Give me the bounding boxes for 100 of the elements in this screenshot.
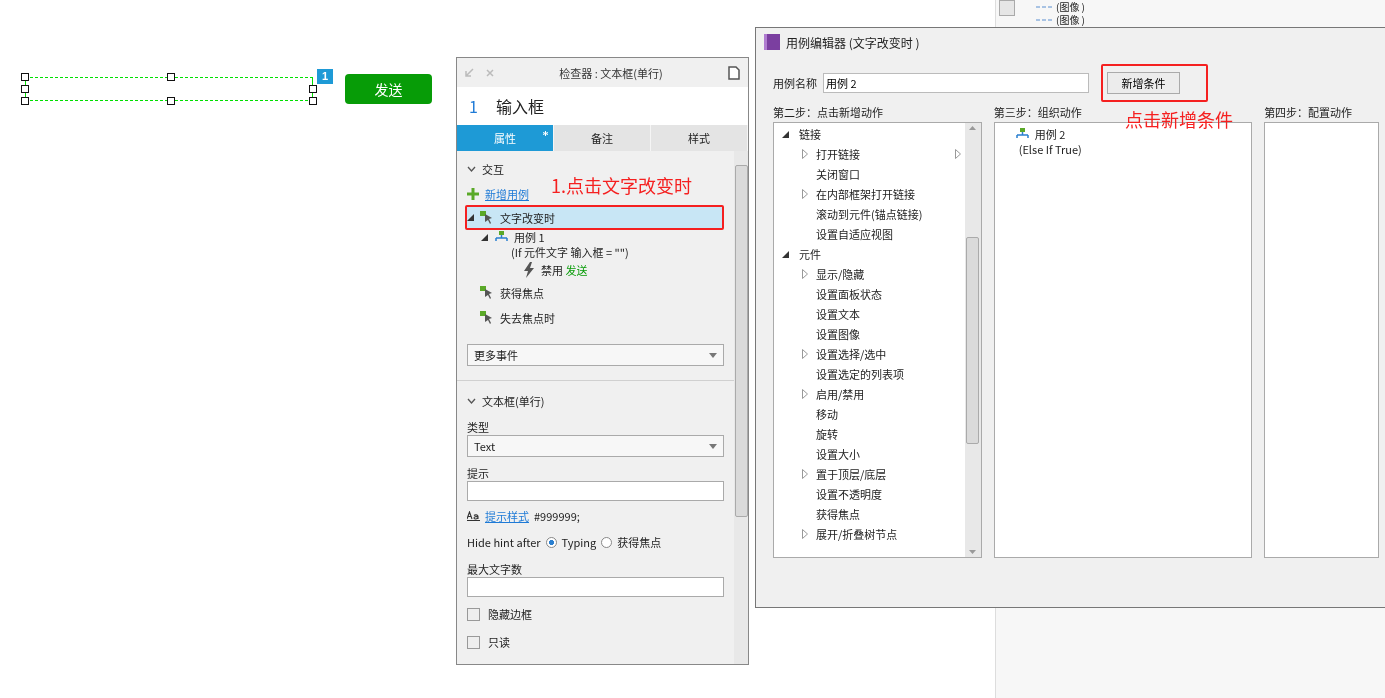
panel-tab[interactable]: 样式 (651, 125, 748, 151)
event-item[interactable]: 失去焦点时 (467, 307, 724, 328)
section-title: 交互 (482, 161, 504, 177)
checkbox[interactable] (467, 635, 480, 649)
hint-color-value: #999999; (534, 508, 580, 524)
page-icon[interactable] (728, 65, 740, 80)
field-label: Hide hint after (467, 534, 541, 550)
action-item[interactable]: 禁用 发送 (523, 260, 588, 280)
layer-item[interactable]: (图像 ) (1056, 13, 1085, 26)
event-item[interactable]: 文字改变时 (467, 207, 722, 228)
layer-item[interactable]: (图像 ) (1056, 0, 1085, 13)
action-group[interactable]: 元件 (774, 244, 965, 264)
add-case-link[interactable]: 新增用例 (485, 186, 529, 202)
hint-style-link[interactable]: 提示样式 (485, 508, 529, 524)
collapsed-triangle-icon[interactable] (802, 389, 808, 399)
case-item[interactable]: 用例 1 (If 元件文字 输入框 = "") (467, 230, 629, 260)
action-list-item[interactable]: 设置选定的列表项 (774, 364, 965, 384)
collapsed-triangle-icon[interactable] (802, 529, 808, 539)
close-icon[interactable] (486, 68, 494, 77)
field-label: 类型 (467, 419, 490, 435)
radio-button[interactable] (601, 536, 613, 548)
annotation-text: 1.点击文字改变时 (551, 172, 692, 198)
checkbox-label: 隐藏边框 (488, 606, 532, 622)
image-icon (1036, 16, 1052, 23)
collapsed-triangle-icon[interactable] (802, 189, 808, 199)
expanded-triangle-icon[interactable] (481, 233, 488, 241)
type-dropdown[interactable]: Text (467, 435, 724, 457)
field-label: 用例名称 (773, 75, 817, 91)
action-list-item[interactable]: 展开/折叠树节点 (774, 524, 965, 544)
lightning-icon (523, 262, 535, 278)
action-list-item[interactable]: 获得焦点 (774, 504, 965, 524)
scrollbar[interactable] (734, 151, 748, 664)
action-list-item[interactable]: 设置图像 (774, 324, 965, 344)
scroll-down-arrow-icon[interactable] (969, 550, 977, 554)
chevron-icon[interactable] (467, 398, 476, 404)
widget-name[interactable]: 输入框 (495, 94, 544, 118)
field-label: 最大文字数 (467, 561, 523, 577)
action-list-item[interactable]: 设置选择/选中 (774, 344, 965, 364)
dropdown-arrow-icon (709, 443, 717, 449)
action-list-item[interactable]: 设置文本 (774, 304, 965, 324)
radio-label: 获得焦点 (617, 534, 662, 550)
cursor-flag-icon (480, 285, 494, 300)
event-item[interactable]: 获得焦点 (467, 282, 724, 303)
collapsed-triangle-icon[interactable] (802, 469, 808, 479)
section-title: 文本框(单行) (482, 393, 545, 409)
font-style-icon (467, 511, 480, 521)
action-list-item[interactable]: 打开链接 (774, 144, 965, 164)
action-list-item[interactable]: 滚动到元件(锚点链接) (774, 204, 965, 224)
expanded-triangle-icon[interactable] (467, 214, 474, 221)
scrollbar[interactable] (964, 123, 981, 557)
scroll-up-arrow-icon[interactable] (969, 126, 977, 130)
radio-label: Typing (561, 534, 597, 550)
field-label: 提示 (467, 465, 490, 481)
action-list-item[interactable]: 设置大小 (774, 444, 965, 464)
action-list-item[interactable]: 移动 (774, 404, 965, 424)
action-list-item[interactable]: 旋转 (774, 424, 965, 444)
cursor-flag-icon (480, 310, 494, 325)
send-button[interactable]: 发送 (345, 74, 432, 104)
action-list-item[interactable]: 设置自适应视图 (774, 224, 965, 244)
action-group[interactable]: 链接 (774, 124, 965, 144)
case-item[interactable]: 用例 2 (Else If True) (1014, 127, 1082, 157)
submenu-arrow-icon (954, 149, 961, 159)
scrollbar[interactable] (999, 0, 1015, 16)
panel-tab[interactable]: 备注 (554, 125, 651, 151)
checkbox-label: 只读 (488, 634, 510, 650)
action-list-item[interactable]: 在内部框架打开链接 (774, 184, 965, 204)
expanded-triangle-icon[interactable] (782, 250, 789, 258)
add-condition-button[interactable]: 新增条件 (1107, 72, 1180, 94)
more-events-dropdown[interactable]: 更多事件 (467, 344, 724, 366)
chevron-icon[interactable] (467, 166, 476, 172)
hint-input-field[interactable] (467, 481, 724, 501)
expanded-triangle-icon[interactable] (782, 130, 789, 138)
case-name-input-field[interactable]: 用例 2 (823, 73, 1089, 93)
branch-icon (494, 231, 508, 243)
collapsed-triangle-icon[interactable] (802, 349, 808, 359)
dock-icon[interactable] (465, 68, 474, 77)
dialog-title: 用例编辑器 (文字改变时 ) (786, 33, 920, 51)
panel-title: 检查器 : 文本框(单行) (558, 64, 664, 81)
collapsed-triangle-icon[interactable] (802, 269, 808, 279)
action-list-item[interactable]: 置于顶层/底层 (774, 464, 965, 484)
branch-icon (1014, 128, 1029, 140)
action-list-item[interactable]: 显示/隐藏 (774, 264, 965, 284)
action-list-item[interactable]: 关闭窗口 (774, 164, 965, 184)
widget-number-badge: 1 (317, 69, 333, 84)
action-list-item[interactable]: 设置面板状态 (774, 284, 965, 304)
resize-handle[interactable] (167, 97, 175, 105)
plus-icon[interactable] (467, 188, 479, 200)
step-label: 第四步：配置动作 (1264, 104, 1354, 120)
app-logo-icon (764, 34, 780, 50)
cursor-flag-icon (480, 210, 494, 225)
dropdown-arrow-icon (709, 352, 717, 358)
action-list-item[interactable]: 设置不透明度 (774, 484, 965, 504)
radio-button[interactable] (545, 536, 557, 548)
resize-handle[interactable] (167, 73, 175, 81)
widget-number: 1 (469, 94, 478, 118)
checkbox[interactable] (467, 607, 480, 621)
action-list-item[interactable]: 启用/禁用 (774, 384, 965, 404)
collapsed-triangle-icon[interactable] (802, 149, 808, 159)
max-length-input-field[interactable] (467, 577, 724, 597)
annotation-text: 点击新增条件 (1125, 106, 1233, 132)
